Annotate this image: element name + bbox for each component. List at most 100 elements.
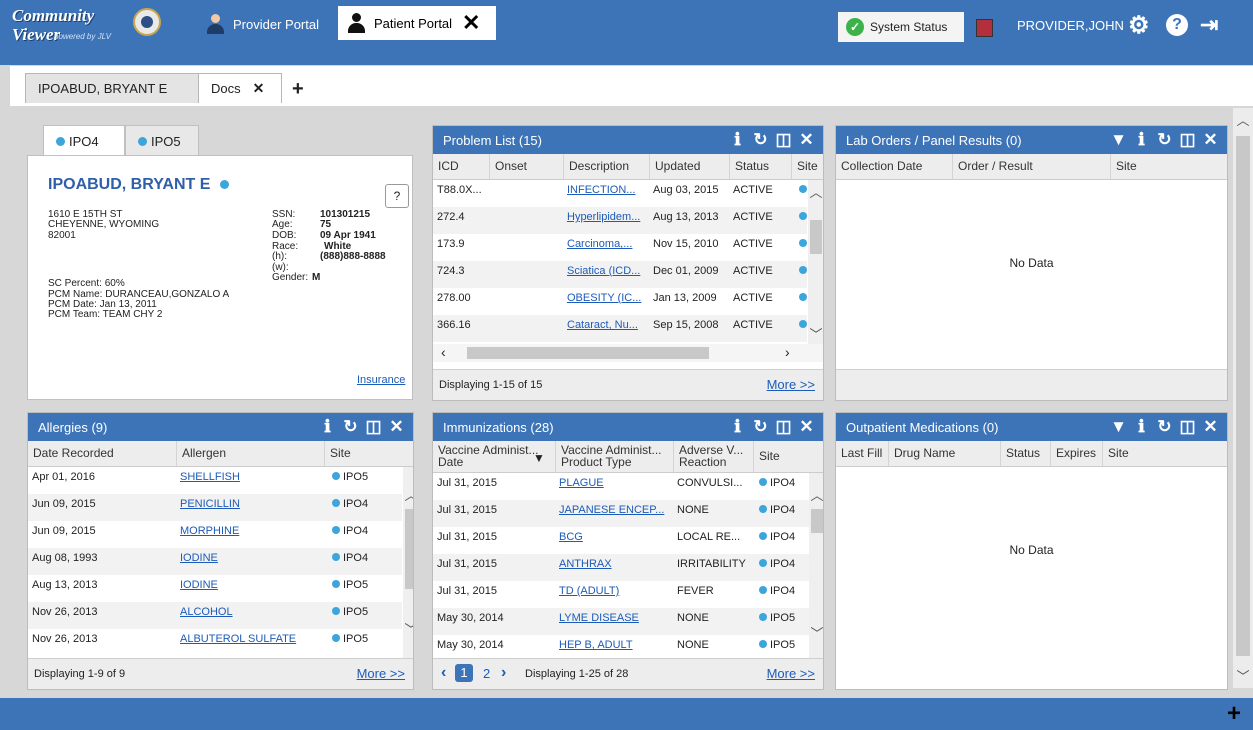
table-row[interactable]: Jul 31, 2015 BCG LOCAL RE... IPO4 <box>433 527 809 554</box>
problem-list-more-link[interactable]: More >> <box>767 377 815 392</box>
tab-patient-portal[interactable]: Patient Portal ✕ <box>338 6 496 40</box>
close-icon[interactable]: ✕ <box>1202 130 1219 150</box>
table-row[interactable]: Aug 13, 2013 IODINE IPO5 <box>28 575 402 602</box>
table-row[interactable]: Nov 26, 2013 ALCOHOL IPO5 <box>28 602 402 629</box>
add-tab-icon[interactable]: + <box>292 78 304 101</box>
cell-product-link[interactable]: ANTHRAX <box>555 554 673 581</box>
allergies-vscroll[interactable]: ︿ ﹀ <box>403 467 413 659</box>
column-onset[interactable]: Onset <box>489 154 563 179</box>
filter-icon[interactable]: ▼ <box>1110 417 1127 437</box>
refresh-icon[interactable]: ↻ <box>342 417 359 437</box>
info-icon[interactable]: ℹ <box>729 417 746 437</box>
table-row[interactable]: Apr 01, 2016 SHELLFISH IPO5 <box>28 467 402 494</box>
cell-product-link[interactable]: JAPANESE ENCEP... <box>555 500 673 527</box>
cell-product-link[interactable]: LYME DISEASE <box>555 608 673 635</box>
column-order-result[interactable]: Order / Result <box>952 154 1110 179</box>
immunizations-more-link[interactable]: More >> <box>767 666 815 681</box>
column-site[interactable]: Site <box>791 154 823 179</box>
table-row[interactable]: T88.0X... INFECTION... Aug 03, 2015 ACTIVE <box>433 180 807 207</box>
table-row[interactable]: Nov 26, 2013 ALBUTEROL SULFATE IPO5 <box>28 629 402 656</box>
scroll-up-icon[interactable]: ︿ <box>809 485 823 504</box>
logout-icon[interactable]: ⇥ <box>1200 14 1218 36</box>
scroll-up-icon[interactable]: ︿ <box>403 485 413 504</box>
scroll-down-icon[interactable]: ﹀ <box>809 623 823 642</box>
page-scroll-thumb[interactable] <box>1236 136 1250 656</box>
cell-allergen-link[interactable]: SHELLFISH <box>176 467 324 494</box>
column-description[interactable]: Description <box>563 154 649 179</box>
cell-description-link[interactable]: Sciatica (ICD... <box>563 261 649 288</box>
table-row[interactable]: 366.16 Cataract, Nu... Sep 15, 2008 ACTIVE <box>433 315 807 342</box>
column-status[interactable]: Status <box>1000 441 1050 466</box>
refresh-icon[interactable]: ↻ <box>752 130 769 150</box>
expand-icon[interactable]: ◫ <box>775 417 792 437</box>
expand-icon[interactable]: ◫ <box>775 130 792 150</box>
scroll-down-icon[interactable]: ﹀ <box>403 619 413 638</box>
table-row[interactable]: Jul 31, 2015 TD (ADULT) FEVER IPO4 <box>433 581 809 608</box>
table-row[interactable]: 724.3 Sciatica (ICD... Dec 01, 2009 ACTIVE <box>433 261 807 288</box>
column-product-type[interactable]: Vaccine Administ... Product Type <box>555 441 673 472</box>
site-tab-ipo4[interactable]: IPO4 <box>43 125 125 156</box>
close-patient-portal-icon[interactable]: ✕ <box>462 12 480 34</box>
cell-allergen-link[interactable]: MORPHINE <box>176 521 324 548</box>
filter-icon[interactable]: ▼ <box>1110 130 1127 150</box>
column-expires[interactable]: Expires <box>1050 441 1102 466</box>
add-widget-icon[interactable]: + <box>1227 700 1241 728</box>
expand-icon[interactable]: ◫ <box>1179 130 1196 150</box>
tab-patient-record[interactable]: IPOABUD, BRYANT E <box>25 73 200 103</box>
gear-icon[interactable]: ⚙ <box>1128 14 1150 38</box>
user-card-icon[interactable] <box>976 19 993 37</box>
cell-allergen-link[interactable]: PENICILLIN <box>176 494 324 521</box>
cell-product-link[interactable]: BCG <box>555 527 673 554</box>
close-icon[interactable]: ✕ <box>1202 417 1219 437</box>
column-last-fill[interactable]: Last Fill <box>836 441 888 466</box>
demographics-help-button[interactable]: ? <box>385 184 409 208</box>
close-icon[interactable]: ✕ <box>388 417 405 437</box>
page-1-button[interactable]: 1 <box>455 664 473 682</box>
immunizations-vscroll[interactable]: ︿ ﹀ <box>809 473 823 659</box>
table-row[interactable]: Jul 31, 2015 PLAGUE CONVULSI... IPO4 <box>433 473 809 500</box>
close-icon[interactable]: ✕ <box>798 130 815 150</box>
table-row[interactable]: Jun 09, 2015 MORPHINE IPO4 <box>28 521 402 548</box>
refresh-icon[interactable]: ↻ <box>1156 417 1173 437</box>
cell-product-link[interactable]: HEP B, ADULT <box>555 635 673 659</box>
column-icd[interactable]: ICD <box>433 154 489 179</box>
cell-product-link[interactable]: TD (ADULT) <box>555 581 673 608</box>
cell-allergen-link[interactable]: IODINE <box>176 575 324 602</box>
cell-description-link[interactable]: Carcinoma,... <box>563 234 649 261</box>
cell-allergen-link[interactable]: ALCOHOL <box>176 602 324 629</box>
allergies-more-link[interactable]: More >> <box>357 666 405 681</box>
tab-docs[interactable]: Docs ✕ <box>198 73 282 103</box>
system-status-button[interactable]: ✓ System Status <box>838 12 964 42</box>
problem-list-hscroll[interactable]: ‹ › <box>433 344 823 362</box>
column-drug-name[interactable]: Drug Name <box>888 441 1000 466</box>
table-row[interactable]: Jun 09, 2015 PENICILLIN IPO4 <box>28 494 402 521</box>
tab-provider-portal[interactable]: Provider Portal <box>205 10 319 38</box>
column-adverse-reaction[interactable]: Adverse V... Reaction <box>673 441 753 472</box>
column-updated[interactable]: Updated <box>649 154 729 179</box>
scroll-down-icon[interactable]: ﹀ <box>808 324 823 343</box>
table-row[interactable]: Aug 08, 1993 IODINE IPO4 <box>28 548 402 575</box>
scroll-right-icon[interactable]: › <box>785 344 790 360</box>
column-site[interactable]: Site <box>324 441 413 466</box>
table-row[interactable]: Jul 31, 2015 ANTHRAX IRRITABILITY IPO4 <box>433 554 809 581</box>
column-site[interactable]: Site <box>753 441 823 472</box>
column-site[interactable]: Site <box>1102 441 1227 466</box>
info-icon[interactable]: ℹ <box>729 130 746 150</box>
page-prev-icon[interactable]: ‹ <box>441 664 446 682</box>
scroll-up-icon[interactable]: ︿ <box>1235 110 1251 129</box>
column-collection-date[interactable]: Collection Date <box>836 154 952 179</box>
problem-list-vscroll[interactable]: ︿ ﹀ <box>808 180 823 344</box>
info-icon[interactable]: ℹ <box>1133 130 1150 150</box>
cell-description-link[interactable]: Hyperlipidem... <box>563 207 649 234</box>
table-row[interactable]: 173.9 Carcinoma,... Nov 15, 2010 ACTIVE <box>433 234 807 261</box>
scroll-left-icon[interactable]: ‹ <box>441 344 446 360</box>
expand-icon[interactable]: ◫ <box>365 417 382 437</box>
column-status[interactable]: Status <box>729 154 791 179</box>
cell-description-link[interactable]: INFECTION... <box>563 180 649 207</box>
scroll-down-icon[interactable]: ﹀ <box>1235 666 1251 685</box>
sort-descending-icon[interactable]: ▼ <box>533 451 545 465</box>
expand-icon[interactable]: ◫ <box>1179 417 1196 437</box>
column-allergen[interactable]: Allergen <box>176 441 324 466</box>
close-docs-icon[interactable]: ✕ <box>253 80 265 97</box>
cell-description-link[interactable]: OBESITY (IC... <box>563 288 649 315</box>
